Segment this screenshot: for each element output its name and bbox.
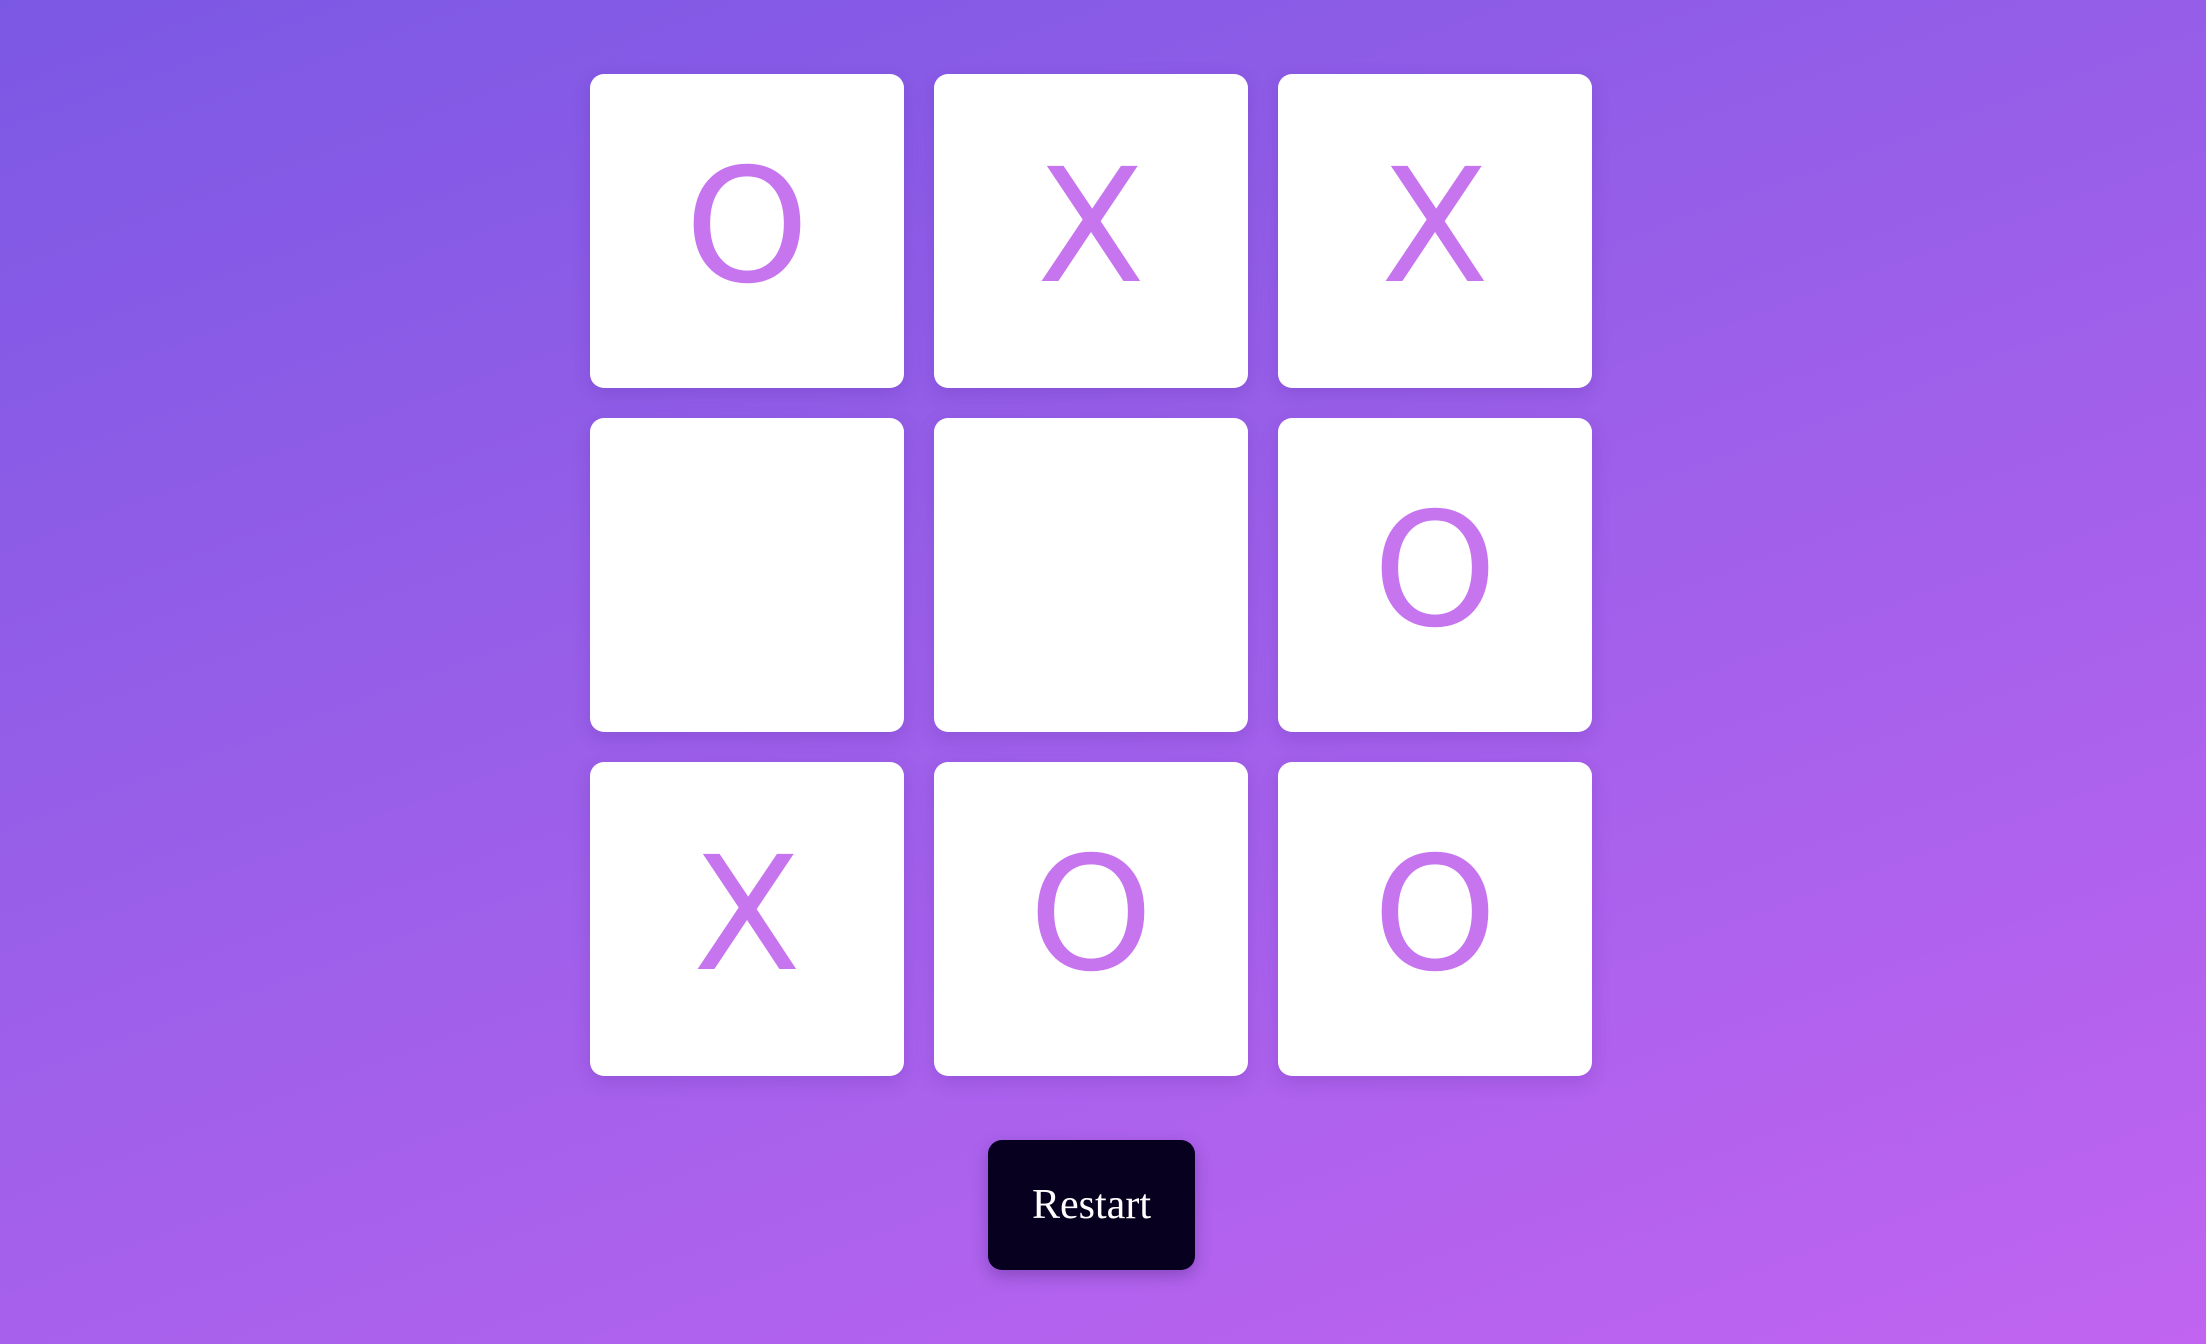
restart-button[interactable]: Restart xyxy=(988,1140,1195,1270)
board-cell-r3-c3[interactable]: O xyxy=(1278,762,1592,1076)
cell-mark: O xyxy=(684,135,810,319)
board-cell-r2-c3[interactable]: O xyxy=(1278,418,1592,732)
cell-mark: O xyxy=(1372,479,1498,663)
game-board: O X X O X O O xyxy=(590,74,1592,1076)
cell-mark: X xyxy=(692,823,802,1007)
cell-mark: O xyxy=(1372,823,1498,1007)
board-cell-r2-c1[interactable] xyxy=(590,418,904,732)
board-cell-r1-c3[interactable]: X xyxy=(1278,74,1592,388)
board-cell-r2-c2[interactable] xyxy=(934,418,1248,732)
cell-mark: O xyxy=(1028,823,1154,1007)
cell-mark: X xyxy=(1036,135,1146,319)
board-cell-r3-c1[interactable]: X xyxy=(590,762,904,1076)
board-cell-r1-c2[interactable]: X xyxy=(934,74,1248,388)
cell-mark: X xyxy=(1380,135,1490,319)
board-cell-r1-c1[interactable]: O xyxy=(590,74,904,388)
board-cell-r3-c2[interactable]: O xyxy=(934,762,1248,1076)
